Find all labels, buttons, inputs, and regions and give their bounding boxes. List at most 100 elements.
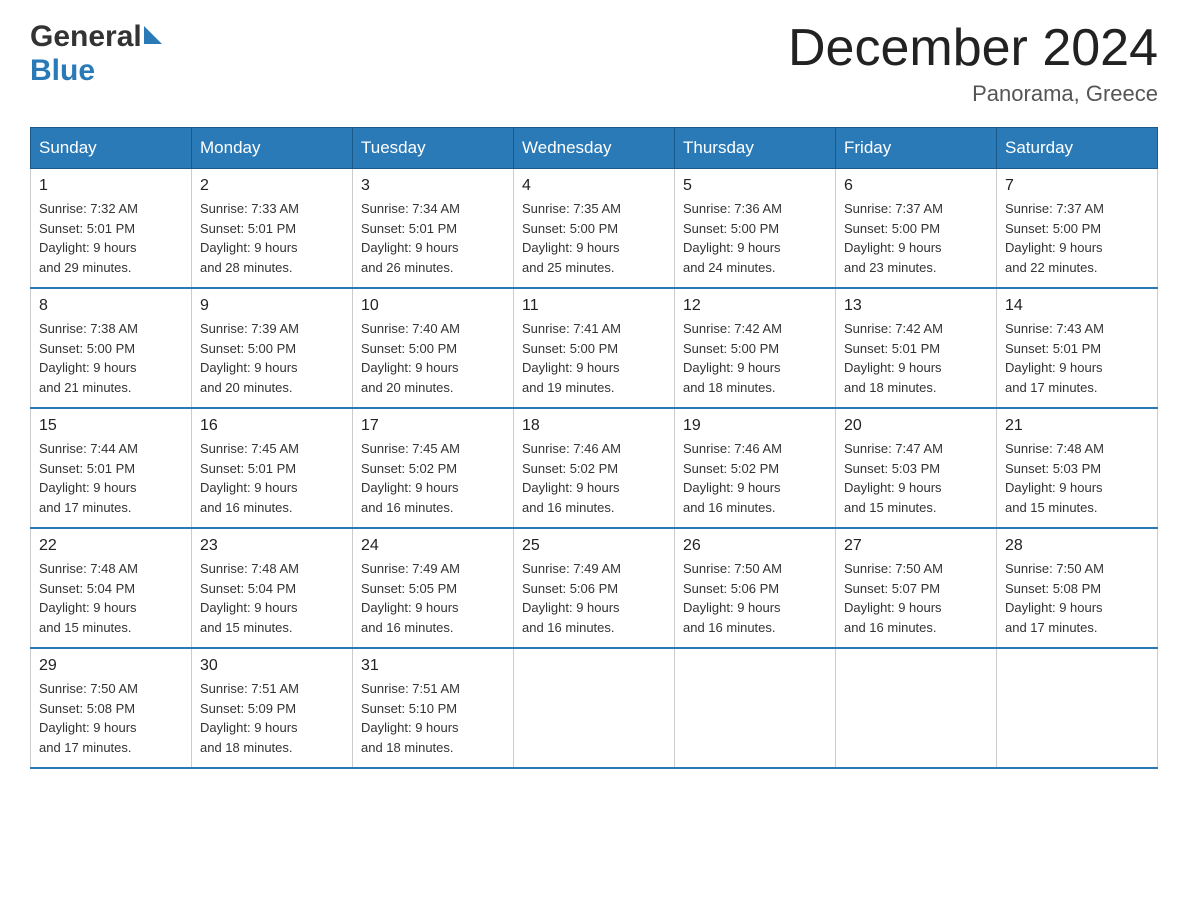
day-number: 8 <box>39 297 183 315</box>
day-number: 5 <box>683 177 827 195</box>
calendar-cell: 27 Sunrise: 7:50 AM Sunset: 5:07 PM Dayl… <box>836 528 997 648</box>
day-info: Sunrise: 7:46 AM Sunset: 5:02 PM Dayligh… <box>683 439 827 517</box>
day-info: Sunrise: 7:48 AM Sunset: 5:03 PM Dayligh… <box>1005 439 1149 517</box>
day-number: 25 <box>522 537 666 555</box>
day-number: 1 <box>39 177 183 195</box>
col-header-friday: Friday <box>836 128 997 169</box>
day-number: 30 <box>200 657 344 675</box>
calendar-cell: 16 Sunrise: 7:45 AM Sunset: 5:01 PM Dayl… <box>192 408 353 528</box>
day-info: Sunrise: 7:40 AM Sunset: 5:00 PM Dayligh… <box>361 319 505 397</box>
day-number: 29 <box>39 657 183 675</box>
calendar-cell <box>514 648 675 768</box>
calendar-table: Sunday Monday Tuesday Wednesday Thursday… <box>30 127 1158 769</box>
calendar-cell: 1 Sunrise: 7:32 AM Sunset: 5:01 PM Dayli… <box>31 169 192 289</box>
day-info: Sunrise: 7:32 AM Sunset: 5:01 PM Dayligh… <box>39 199 183 277</box>
day-number: 3 <box>361 177 505 195</box>
calendar-cell: 5 Sunrise: 7:36 AM Sunset: 5:00 PM Dayli… <box>675 169 836 289</box>
col-header-wednesday: Wednesday <box>514 128 675 169</box>
calendar-cell: 22 Sunrise: 7:48 AM Sunset: 5:04 PM Dayl… <box>31 528 192 648</box>
day-number: 14 <box>1005 297 1149 315</box>
day-number: 12 <box>683 297 827 315</box>
calendar-cell <box>675 648 836 768</box>
day-number: 9 <box>200 297 344 315</box>
day-info: Sunrise: 7:33 AM Sunset: 5:01 PM Dayligh… <box>200 199 344 277</box>
calendar-cell: 2 Sunrise: 7:33 AM Sunset: 5:01 PM Dayli… <box>192 169 353 289</box>
page-header: General Blue December 2024 Panorama, Gre… <box>30 20 1158 107</box>
day-number: 16 <box>200 417 344 435</box>
calendar-cell: 20 Sunrise: 7:47 AM Sunset: 5:03 PM Dayl… <box>836 408 997 528</box>
day-info: Sunrise: 7:49 AM Sunset: 5:05 PM Dayligh… <box>361 559 505 637</box>
day-info: Sunrise: 7:34 AM Sunset: 5:01 PM Dayligh… <box>361 199 505 277</box>
calendar-cell: 31 Sunrise: 7:51 AM Sunset: 5:10 PM Dayl… <box>353 648 514 768</box>
calendar-cell: 11 Sunrise: 7:41 AM Sunset: 5:00 PM Dayl… <box>514 288 675 408</box>
calendar-cell: 6 Sunrise: 7:37 AM Sunset: 5:00 PM Dayli… <box>836 169 997 289</box>
calendar-cell: 3 Sunrise: 7:34 AM Sunset: 5:01 PM Dayli… <box>353 169 514 289</box>
day-info: Sunrise: 7:39 AM Sunset: 5:00 PM Dayligh… <box>200 319 344 397</box>
calendar-cell: 18 Sunrise: 7:46 AM Sunset: 5:02 PM Dayl… <box>514 408 675 528</box>
day-number: 10 <box>361 297 505 315</box>
col-header-thursday: Thursday <box>675 128 836 169</box>
day-number: 21 <box>1005 417 1149 435</box>
day-info: Sunrise: 7:44 AM Sunset: 5:01 PM Dayligh… <box>39 439 183 517</box>
location-subtitle: Panorama, Greece <box>788 81 1158 107</box>
calendar-cell <box>997 648 1158 768</box>
month-title: December 2024 <box>788 20 1158 77</box>
calendar-cell: 21 Sunrise: 7:48 AM Sunset: 5:03 PM Dayl… <box>997 408 1158 528</box>
calendar-cell <box>836 648 997 768</box>
day-number: 4 <box>522 177 666 195</box>
day-info: Sunrise: 7:42 AM Sunset: 5:01 PM Dayligh… <box>844 319 988 397</box>
day-number: 18 <box>522 417 666 435</box>
day-info: Sunrise: 7:41 AM Sunset: 5:00 PM Dayligh… <box>522 319 666 397</box>
calendar-cell: 29 Sunrise: 7:50 AM Sunset: 5:08 PM Dayl… <box>31 648 192 768</box>
day-number: 23 <box>200 537 344 555</box>
calendar-cell: 26 Sunrise: 7:50 AM Sunset: 5:06 PM Dayl… <box>675 528 836 648</box>
day-number: 20 <box>844 417 988 435</box>
calendar-cell: 17 Sunrise: 7:45 AM Sunset: 5:02 PM Dayl… <box>353 408 514 528</box>
day-number: 24 <box>361 537 505 555</box>
calendar-body: 1 Sunrise: 7:32 AM Sunset: 5:01 PM Dayli… <box>31 169 1158 769</box>
day-info: Sunrise: 7:37 AM Sunset: 5:00 PM Dayligh… <box>1005 199 1149 277</box>
calendar-week-2: 8 Sunrise: 7:38 AM Sunset: 5:00 PM Dayli… <box>31 288 1158 408</box>
day-info: Sunrise: 7:35 AM Sunset: 5:00 PM Dayligh… <box>522 199 666 277</box>
logo-chevron-icon <box>144 26 162 44</box>
calendar-week-5: 29 Sunrise: 7:50 AM Sunset: 5:08 PM Dayl… <box>31 648 1158 768</box>
calendar-cell: 19 Sunrise: 7:46 AM Sunset: 5:02 PM Dayl… <box>675 408 836 528</box>
calendar-cell: 9 Sunrise: 7:39 AM Sunset: 5:00 PM Dayli… <box>192 288 353 408</box>
col-header-tuesday: Tuesday <box>353 128 514 169</box>
calendar-cell: 14 Sunrise: 7:43 AM Sunset: 5:01 PM Dayl… <box>997 288 1158 408</box>
day-number: 22 <box>39 537 183 555</box>
day-info: Sunrise: 7:51 AM Sunset: 5:09 PM Dayligh… <box>200 679 344 757</box>
day-number: 31 <box>361 657 505 675</box>
day-info: Sunrise: 7:50 AM Sunset: 5:06 PM Dayligh… <box>683 559 827 637</box>
calendar-cell: 15 Sunrise: 7:44 AM Sunset: 5:01 PM Dayl… <box>31 408 192 528</box>
calendar-week-4: 22 Sunrise: 7:48 AM Sunset: 5:04 PM Dayl… <box>31 528 1158 648</box>
day-number: 11 <box>522 297 666 315</box>
calendar-week-1: 1 Sunrise: 7:32 AM Sunset: 5:01 PM Dayli… <box>31 169 1158 289</box>
col-header-sunday: Sunday <box>31 128 192 169</box>
day-info: Sunrise: 7:50 AM Sunset: 5:08 PM Dayligh… <box>39 679 183 757</box>
day-info: Sunrise: 7:45 AM Sunset: 5:01 PM Dayligh… <box>200 439 344 517</box>
calendar-week-3: 15 Sunrise: 7:44 AM Sunset: 5:01 PM Dayl… <box>31 408 1158 528</box>
day-number: 13 <box>844 297 988 315</box>
logo-general-text: General <box>30 20 142 54</box>
day-info: Sunrise: 7:46 AM Sunset: 5:02 PM Dayligh… <box>522 439 666 517</box>
day-info: Sunrise: 7:43 AM Sunset: 5:01 PM Dayligh… <box>1005 319 1149 397</box>
day-info: Sunrise: 7:45 AM Sunset: 5:02 PM Dayligh… <box>361 439 505 517</box>
col-header-saturday: Saturday <box>997 128 1158 169</box>
calendar-cell: 12 Sunrise: 7:42 AM Sunset: 5:00 PM Dayl… <box>675 288 836 408</box>
day-info: Sunrise: 7:36 AM Sunset: 5:00 PM Dayligh… <box>683 199 827 277</box>
day-info: Sunrise: 7:50 AM Sunset: 5:08 PM Dayligh… <box>1005 559 1149 637</box>
calendar-cell: 8 Sunrise: 7:38 AM Sunset: 5:00 PM Dayli… <box>31 288 192 408</box>
calendar-cell: 23 Sunrise: 7:48 AM Sunset: 5:04 PM Dayl… <box>192 528 353 648</box>
logo: General Blue <box>30 20 162 88</box>
day-number: 2 <box>200 177 344 195</box>
day-info: Sunrise: 7:48 AM Sunset: 5:04 PM Dayligh… <box>200 559 344 637</box>
day-info: Sunrise: 7:38 AM Sunset: 5:00 PM Dayligh… <box>39 319 183 397</box>
calendar-cell: 25 Sunrise: 7:49 AM Sunset: 5:06 PM Dayl… <box>514 528 675 648</box>
day-info: Sunrise: 7:49 AM Sunset: 5:06 PM Dayligh… <box>522 559 666 637</box>
day-info: Sunrise: 7:51 AM Sunset: 5:10 PM Dayligh… <box>361 679 505 757</box>
col-header-monday: Monday <box>192 128 353 169</box>
day-info: Sunrise: 7:47 AM Sunset: 5:03 PM Dayligh… <box>844 439 988 517</box>
calendar-cell: 24 Sunrise: 7:49 AM Sunset: 5:05 PM Dayl… <box>353 528 514 648</box>
day-number: 28 <box>1005 537 1149 555</box>
